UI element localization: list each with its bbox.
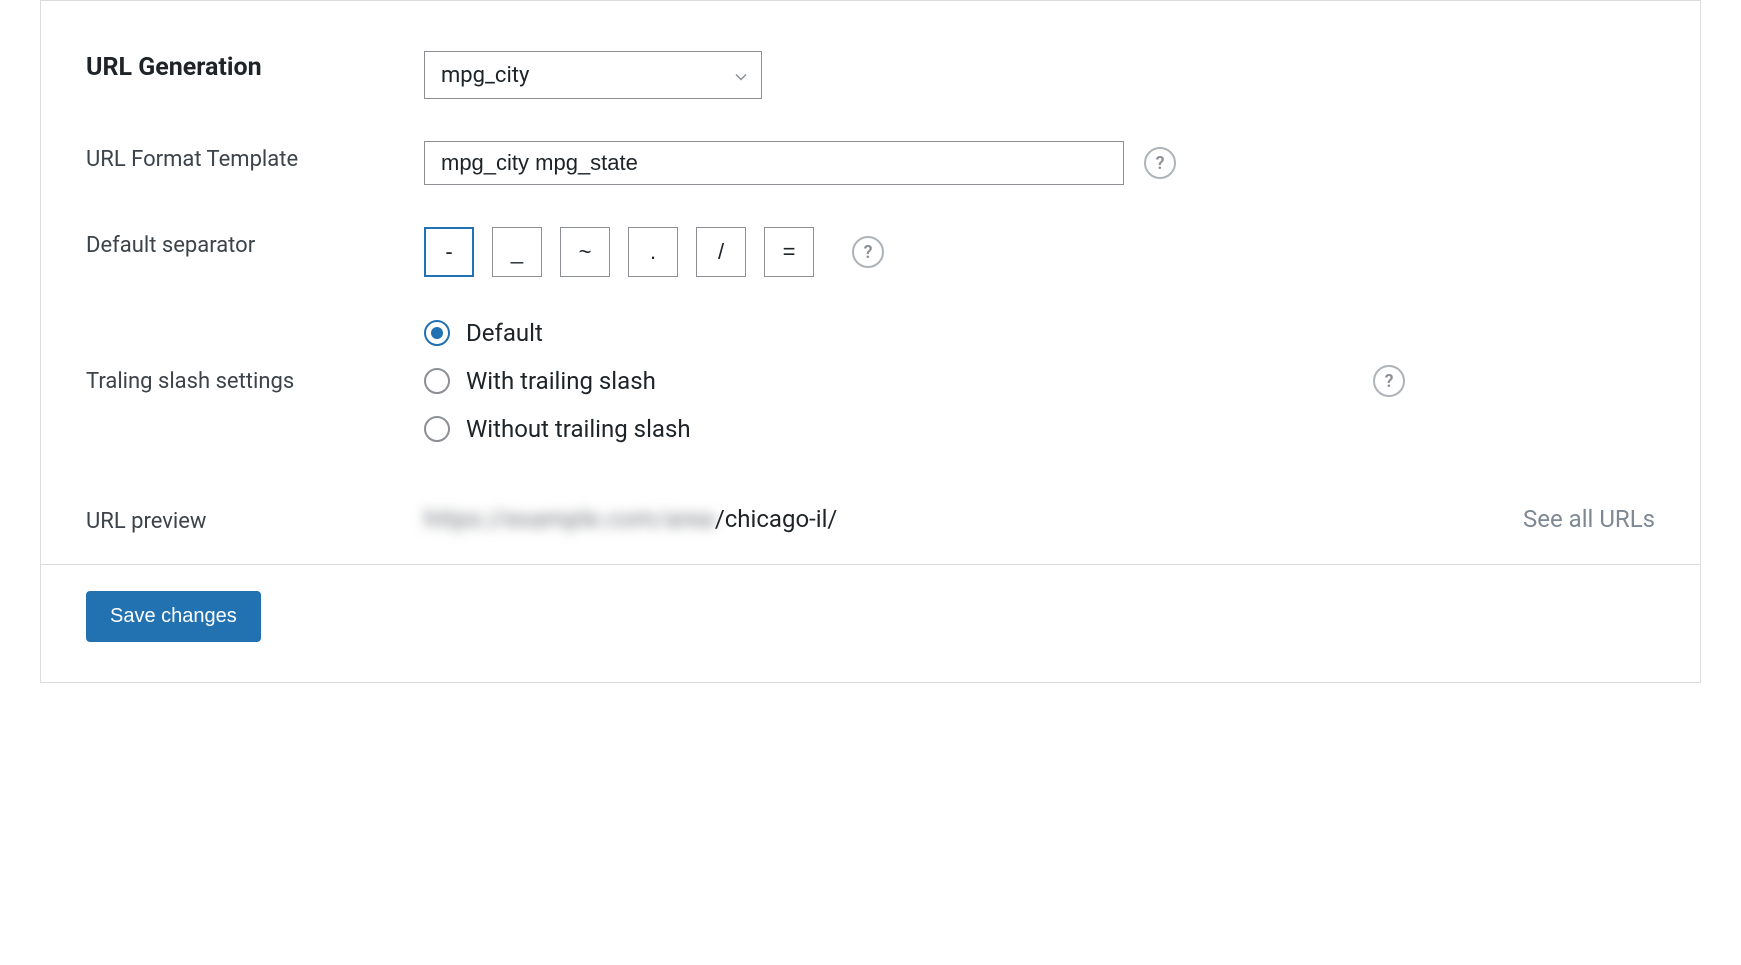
panel-footer: Save changes <box>41 565 1700 682</box>
radio-icon <box>424 416 450 442</box>
trailing-without-radio[interactable]: Without trailing slash <box>424 415 691 443</box>
help-icon[interactable]: ? <box>1144 147 1176 179</box>
radio-icon <box>424 320 450 346</box>
url-preview-base: https://example.com/area <box>424 505 715 533</box>
radio-label: Without trailing slash <box>466 415 691 443</box>
url-generation-heading: URL Generation <box>86 51 424 82</box>
chevron-down-icon <box>735 63 747 88</box>
url-format-controls: ? <box>424 141 1655 185</box>
url-format-label: URL Format Template <box>86 141 424 172</box>
trailing-with-radio[interactable]: With trailing slash <box>424 367 691 395</box>
help-icon[interactable]: ? <box>852 236 884 268</box>
row-separator: Default separator - _ ~ . / = ? <box>86 227 1655 277</box>
url-preview-controls: https://example.com/area/chicago-il/ See… <box>424 505 1655 533</box>
save-button[interactable]: Save changes <box>86 591 261 642</box>
separator-hyphen-button[interactable]: - <box>424 227 474 277</box>
url-generation-controls: mpg_city <box>424 51 1655 99</box>
radio-label: Default <box>466 319 543 347</box>
url-preview-suffix: /chicago-il/ <box>715 505 838 533</box>
separator-slash-button[interactable]: / <box>696 227 746 277</box>
radio-icon <box>424 368 450 394</box>
separator-label: Default separator <box>86 227 424 258</box>
separator-equals-button[interactable]: = <box>764 227 814 277</box>
row-url-preview: URL preview https://example.com/area/chi… <box>86 503 1655 534</box>
see-all-urls-link[interactable]: See all URLs <box>1523 505 1655 533</box>
url-generation-select[interactable]: mpg_city <box>424 51 762 99</box>
separator-tilde-button[interactable]: ~ <box>560 227 610 277</box>
url-format-input[interactable] <box>424 141 1124 185</box>
url-preview-label: URL preview <box>86 503 424 534</box>
trailing-slash-label: Traling slash settings <box>86 369 424 394</box>
panel-body: URL Generation mpg_city URL Format Templ… <box>41 1 1700 565</box>
help-icon[interactable]: ? <box>1373 365 1405 397</box>
radio-label: With trailing slash <box>466 367 656 395</box>
trailing-default-radio[interactable]: Default <box>424 319 691 347</box>
trailing-slash-controls: Default With trailing slash Without trai… <box>424 319 1655 443</box>
separator-group: - _ ~ . / = ? <box>424 227 884 277</box>
trailing-slash-radio-group: Default With trailing slash Without trai… <box>424 319 691 443</box>
row-url-generation: URL Generation mpg_city <box>86 51 1655 99</box>
row-url-format: URL Format Template ? <box>86 141 1655 185</box>
separator-controls: - _ ~ . / = ? <box>424 227 1655 277</box>
url-preview-text: https://example.com/area/chicago-il/ <box>424 505 837 533</box>
url-generation-select-value: mpg_city <box>441 63 529 88</box>
settings-panel: URL Generation mpg_city URL Format Templ… <box>40 0 1701 683</box>
separator-underscore-button[interactable]: _ <box>492 227 542 277</box>
row-trailing-slash: Traling slash settings Default With trai… <box>86 319 1655 443</box>
separator-dot-button[interactable]: . <box>628 227 678 277</box>
